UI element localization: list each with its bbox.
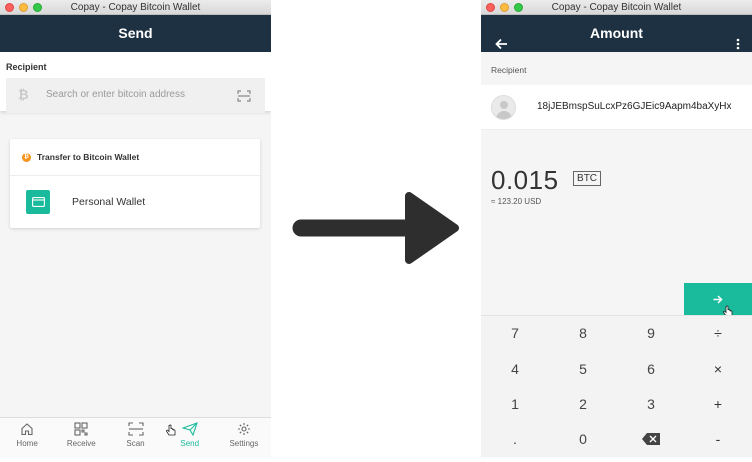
recipient-address: 18jJEBmspSuLcxPz6GJEic9Aapm4baXyHx	[537, 101, 732, 112]
amount-window: Copay - Copay Bitcoin Wallet Amount Reci…	[481, 0, 752, 457]
key-divide[interactable]: ÷	[684, 316, 752, 351]
recipient-row: 18jJEBmspSuLcxPz6GJEic9Aapm4baXyHx	[481, 85, 752, 130]
tab-bar: Home Receive Scan Send Settings	[0, 417, 271, 457]
more-options-icon[interactable]	[736, 27, 740, 64]
key-8[interactable]: 8	[549, 316, 617, 351]
tab-home[interactable]: Home	[0, 418, 54, 457]
hand-cursor-icon	[165, 424, 176, 436]
tab-scan[interactable]: Scan	[108, 418, 162, 457]
key-4[interactable]: 4	[481, 352, 549, 387]
scan-qr-icon[interactable]	[237, 89, 251, 107]
tab-settings[interactable]: Settings	[217, 418, 271, 457]
unit-toggle[interactable]: BTC	[573, 171, 602, 186]
alternative-amount: ≈ 123.20 USD	[491, 197, 542, 206]
tab-send[interactable]: Send	[163, 418, 217, 457]
bitcoin-coin-icon: ₿	[22, 152, 31, 162]
recipient-section: Recipient ₿ Search or enter bitcoin addr…	[0, 52, 271, 113]
home-icon	[21, 423, 33, 436]
transfer-card: ₿ Transfer to Bitcoin Wallet Personal Wa…	[10, 139, 260, 228]
search-placeholder: Search or enter bitcoin address	[46, 89, 185, 100]
wallet-icon	[26, 190, 50, 214]
window-title: Copay - Copay Bitcoin Wallet	[551, 2, 682, 13]
minimize-window-button[interactable]	[19, 3, 28, 12]
key-3[interactable]: 3	[617, 387, 685, 422]
key-backspace[interactable]	[617, 422, 685, 457]
key-2[interactable]: 2	[549, 387, 617, 422]
key-plus[interactable]: +	[684, 387, 752, 422]
address-search-input[interactable]: ₿ Search or enter bitcoin address	[6, 78, 265, 113]
amount-display: 0.015 BTC ≈ 123.20 USD	[491, 165, 602, 206]
key-7[interactable]: 7	[481, 316, 549, 351]
wallet-name: Personal Wallet	[72, 196, 146, 208]
transfer-heading: ₿ Transfer to Bitcoin Wallet	[10, 139, 260, 176]
window-controls	[486, 3, 523, 12]
transition-arrow-area	[271, 0, 481, 457]
page-title: Send	[118, 25, 153, 41]
avatar	[491, 94, 516, 120]
wallet-item[interactable]: Personal Wallet	[10, 176, 260, 228]
scan-icon	[127, 422, 144, 436]
backspace-icon	[642, 433, 660, 445]
tab-receive-label: Receive	[66, 439, 96, 448]
numeric-keypad: 7 8 9 ÷ 4 5 6 × 1 2 3 + . 0 -	[481, 315, 752, 457]
recipient-label: Recipient	[491, 65, 527, 75]
send-icon	[181, 422, 198, 436]
key-0[interactable]: 0	[549, 422, 617, 457]
zoom-window-button[interactable]	[514, 3, 523, 12]
qr-code-icon	[74, 422, 88, 436]
close-window-button[interactable]	[486, 3, 495, 12]
amount-header: Amount	[481, 15, 752, 52]
window-title: Copay - Copay Bitcoin Wallet	[70, 2, 201, 13]
key-minus[interactable]: -	[684, 422, 752, 457]
tab-home-label: Home	[16, 439, 38, 448]
window-controls	[5, 3, 42, 12]
recipient-label: Recipient	[0, 52, 271, 78]
tab-settings-label: Settings	[229, 439, 259, 448]
gear-icon	[237, 423, 250, 435]
page-title: Amount	[590, 25, 643, 41]
tab-send-label: Send	[180, 439, 200, 448]
amount-value: 0.015	[491, 165, 559, 195]
svg-text:₿: ₿	[18, 88, 28, 101]
send-window: Copay - Copay Bitcoin Wallet Send Recipi…	[0, 0, 271, 457]
transfer-heading-label: Transfer to Bitcoin Wallet	[37, 152, 140, 162]
back-arrow-icon[interactable]	[495, 27, 508, 64]
key-5[interactable]: 5	[549, 352, 617, 387]
key-1[interactable]: 1	[481, 387, 549, 422]
right-arrow-icon	[292, 192, 459, 264]
arrow-right-icon	[713, 294, 723, 304]
key-9[interactable]: 9	[617, 316, 685, 351]
window-titlebar: Copay - Copay Bitcoin Wallet	[0, 0, 271, 15]
window-titlebar: Copay - Copay Bitcoin Wallet	[481, 0, 752, 15]
continue-button[interactable]	[684, 283, 752, 317]
key-6[interactable]: 6	[617, 352, 685, 387]
tab-receive[interactable]: Receive	[54, 418, 108, 457]
zoom-window-button[interactable]	[33, 3, 42, 12]
send-header: Send	[0, 15, 271, 52]
bitcoin-icon: ₿	[18, 87, 29, 106]
key-decimal[interactable]: .	[481, 422, 549, 457]
key-multiply[interactable]: ×	[684, 352, 752, 387]
tab-scan-label: Scan	[126, 439, 145, 448]
minimize-window-button[interactable]	[500, 3, 509, 12]
close-window-button[interactable]	[5, 3, 14, 12]
